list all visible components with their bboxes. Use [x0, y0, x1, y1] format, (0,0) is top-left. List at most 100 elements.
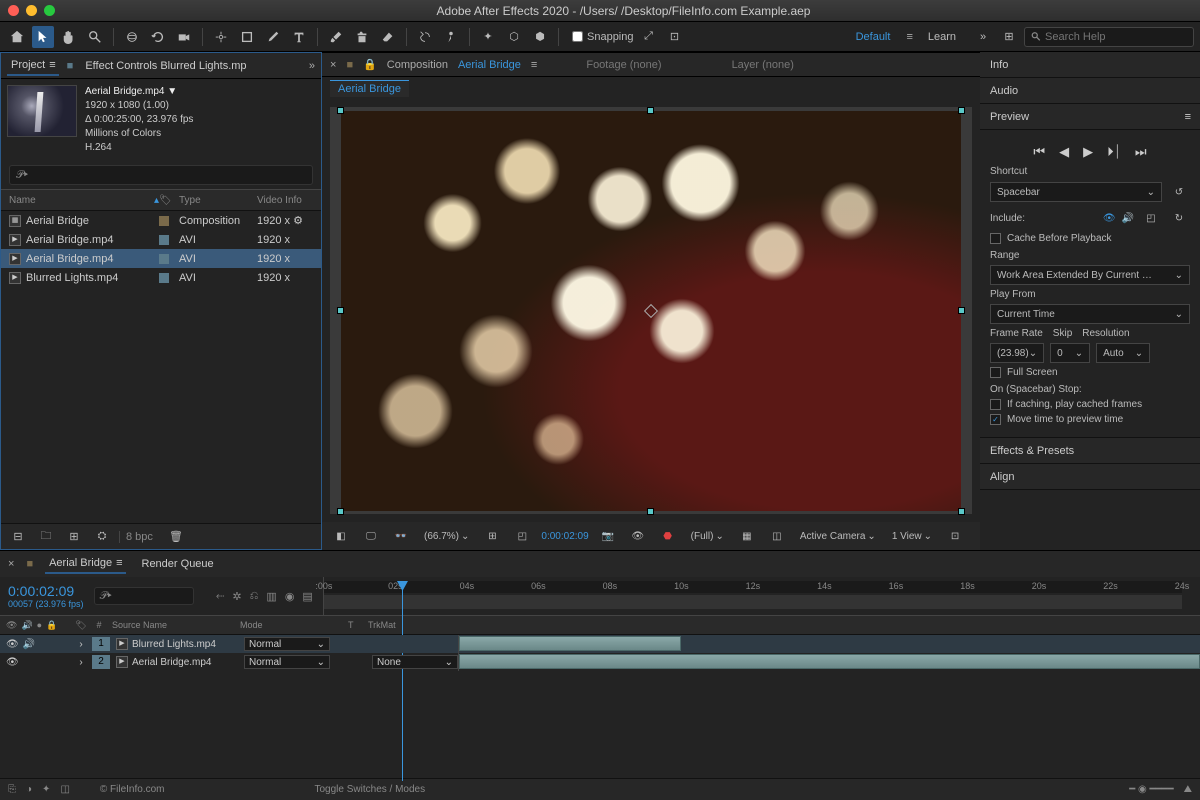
reset-icon[interactable]: ↺ — [1168, 181, 1190, 203]
tl-masks-icon[interactable]: ◑ — [26, 784, 32, 795]
workspace-default[interactable]: Default — [844, 31, 903, 43]
close-window[interactable] — [8, 5, 19, 16]
zoom-tool[interactable] — [84, 26, 106, 48]
panel-overflow[interactable]: » — [309, 60, 315, 72]
timeline-search[interactable]: 𝒫▸ — [94, 587, 194, 605]
alpha-icon[interactable]: ◧ — [330, 525, 352, 547]
roto-tool[interactable] — [414, 26, 436, 48]
playfrom-dropdown[interactable]: Current Time⌄ — [990, 304, 1190, 324]
view-layout-dropdown[interactable]: 1 View ⌄ — [888, 529, 936, 544]
first-frame-icon[interactable]: ⏮ — [1033, 144, 1045, 160]
cache-frames-checkbox[interactable] — [990, 399, 1001, 410]
anchor-tool[interactable] — [210, 26, 232, 48]
frame-blend-icon[interactable]: ▥ — [266, 590, 276, 603]
graph-editor-icon[interactable]: ▤ — [302, 590, 312, 603]
resolution-icon[interactable]: ⊞ — [481, 525, 503, 547]
roi-icon[interactable]: ◰ — [511, 525, 533, 547]
new-comp-icon[interactable]: ⊞ — [63, 526, 85, 548]
camera-dropdown[interactable]: Active Camera ⌄ — [796, 529, 880, 544]
cache-checkbox[interactable] — [990, 233, 1001, 244]
flowchart-crumb[interactable]: Aerial Bridge — [330, 80, 409, 97]
framerate-dropdown[interactable]: (23.98)⌄ — [990, 343, 1044, 363]
local-axis-icon[interactable]: ⬢ — [529, 26, 551, 48]
text-tool[interactable] — [288, 26, 310, 48]
tl-frame-icon[interactable]: ◫ — [60, 784, 69, 795]
skip-dropdown[interactable]: 0⌄ — [1050, 343, 1090, 363]
last-frame-icon[interactable]: ⏭ — [1135, 144, 1147, 160]
lock-icon[interactable]: 🔒 — [363, 58, 377, 71]
snap-icon[interactable]: ⤢ — [638, 26, 660, 48]
next-frame-icon[interactable]: ⏵⏐ — [1107, 144, 1121, 160]
snapping-toggle[interactable]: Snapping — [572, 31, 634, 43]
project-row[interactable]: ▶Aerial Bridge.mp4AVI1920 x — [1, 249, 321, 268]
3d-icon[interactable]: ◫ — [766, 525, 788, 547]
include-overlay-icon[interactable]: ◰ — [1140, 207, 1162, 229]
monitor-icon[interactable]: 🖵 — [360, 525, 382, 547]
channels-icon[interactable]: ⬣ — [657, 525, 679, 547]
pen-tool[interactable] — [262, 26, 284, 48]
audio-col-icon[interactable]: 🔊 — [21, 620, 32, 631]
tl-filter-icon[interactable]: ⎘ — [8, 784, 16, 795]
ws-menu-icon[interactable]: ≡ — [906, 31, 911, 43]
loop-icon[interactable]: ↻ — [1168, 207, 1190, 229]
clone-tool[interactable] — [351, 26, 373, 48]
project-row[interactable]: ▶Aerial Bridge.mp4AVI1920 x — [1, 230, 321, 249]
video-col-icon[interactable]: 👁 — [6, 620, 17, 631]
help-search-input[interactable] — [1045, 31, 1187, 43]
info-panel[interactable]: Info — [980, 52, 1200, 78]
trash-icon[interactable]: 🗑 — [165, 526, 187, 548]
preview-panel[interactable]: Preview≡ — [980, 104, 1200, 130]
zoom-out-icon[interactable]: ⛰ — [1184, 784, 1192, 795]
layer-tab[interactable]: Layer (none) — [732, 59, 794, 71]
close-timeline-tab[interactable]: × — [8, 558, 14, 570]
toggle-switches[interactable]: Toggle Switches / Modes — [315, 784, 426, 795]
hand-tool[interactable] — [58, 26, 80, 48]
folder-icon[interactable]: 🗀 — [35, 526, 57, 548]
project-row[interactable]: ▦Aerial BridgeComposition1920 x ⚙ — [1, 211, 321, 230]
motion-blur-icon[interactable]: ◉ — [285, 590, 295, 603]
composition-viewer[interactable] — [330, 107, 972, 514]
eraser-tool[interactable] — [377, 26, 399, 48]
comp-mini-flow-icon[interactable]: ⬸ — [216, 590, 225, 603]
comp-name[interactable]: Aerial Bridge — [458, 59, 521, 71]
preview-canvas[interactable] — [341, 111, 961, 511]
timeline-comp-tab[interactable]: Aerial Bridge≡ — [45, 554, 125, 574]
shy-icon[interactable]: ⎌ — [250, 590, 259, 603]
footage-tab[interactable]: Footage (none) — [586, 59, 661, 71]
brush-tool[interactable] — [325, 26, 347, 48]
snap-grid-icon[interactable]: ⊡ — [664, 26, 686, 48]
settings-icon[interactable]: ⛭ — [91, 526, 113, 548]
res-dropdown[interactable]: (Full) ⌄ — [687, 529, 728, 544]
camera-tool[interactable] — [173, 26, 195, 48]
tl-fx-icon[interactable]: ✦ — [42, 784, 50, 795]
selection-tool[interactable] — [32, 26, 54, 48]
prev-frame-icon[interactable]: ◀ — [1059, 144, 1069, 160]
range-dropdown[interactable]: Work Area Extended By Current …⌄ — [990, 265, 1190, 285]
interpret-icon[interactable]: ⊟ — [7, 526, 29, 548]
draft3d-icon[interactable]: ✲ — [232, 590, 241, 603]
help-search[interactable] — [1024, 27, 1194, 47]
project-search[interactable]: 𝒫▸ — [9, 165, 313, 185]
effects-presets-panel[interactable]: Effects & Presets — [980, 438, 1200, 464]
include-audio-icon[interactable]: 🔊 — [1122, 213, 1134, 224]
time-ruler[interactable]: :00s02s04s06s08s10s12s14s16s18s20s22s24s — [323, 577, 1192, 615]
bpc-toggle[interactable]: 8 bpc — [119, 531, 153, 543]
minimize-window[interactable] — [26, 5, 37, 16]
transparency-icon[interactable]: ▦ — [736, 525, 758, 547]
show-snapshot-icon[interactable]: 👁 — [627, 525, 649, 547]
close-tab[interactable]: × — [330, 59, 336, 71]
more-workspaces[interactable]: » — [972, 26, 994, 48]
maximize-window[interactable] — [44, 5, 55, 16]
effect-controls-tab[interactable]: Effect Controls Blurred Lights.mp — [81, 57, 250, 75]
shape-tool[interactable] — [236, 26, 258, 48]
play-icon[interactable]: ▶ — [1083, 144, 1093, 160]
audio-panel[interactable]: Audio — [980, 78, 1200, 104]
zoom-dropdown[interactable]: (66.7%) ⌄ — [420, 529, 473, 544]
workspace-learn[interactable]: Learn — [916, 31, 968, 43]
playhead[interactable] — [402, 581, 403, 781]
home-button[interactable] — [6, 26, 28, 48]
timeline-layer[interactable]: 👁›2▶Aerial Bridge.mp4Normal⌄None⌄ — [0, 653, 1200, 671]
resolution-dropdown[interactable]: Auto⌄ — [1096, 343, 1150, 363]
project-row[interactable]: ▶Blurred Lights.mp4AVI1920 x — [1, 268, 321, 287]
shortcut-dropdown[interactable]: Spacebar⌄ — [990, 182, 1162, 202]
